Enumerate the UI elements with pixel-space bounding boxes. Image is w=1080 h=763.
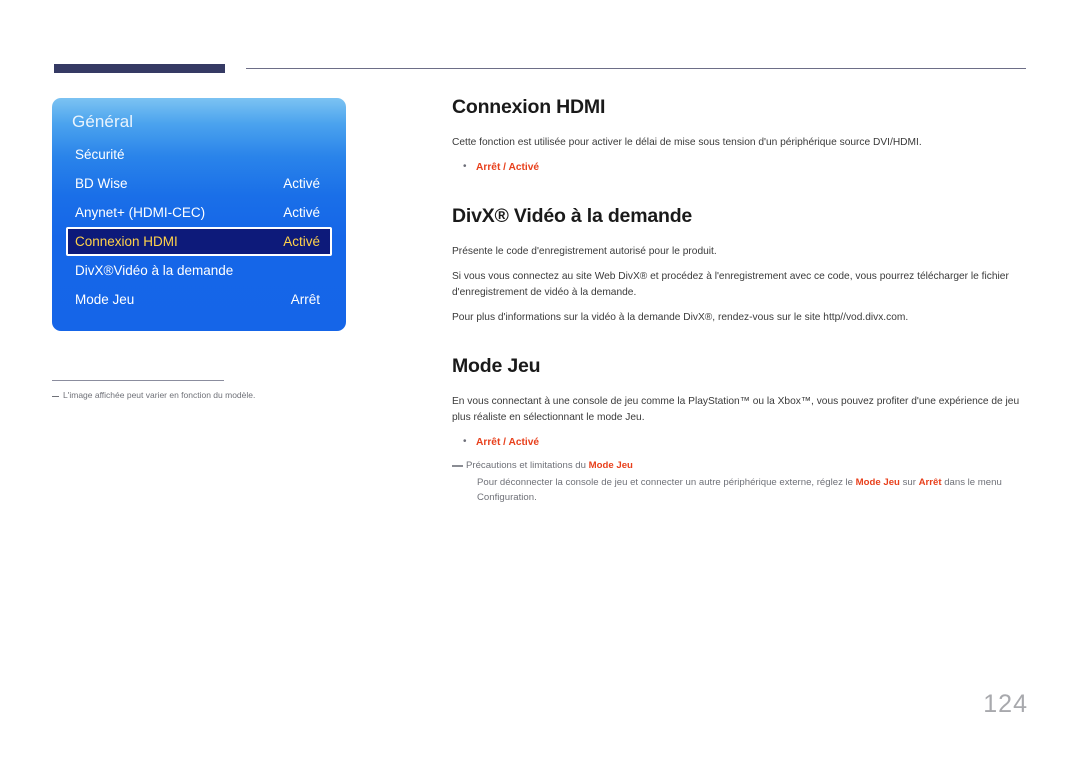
caution-note-heading-prefix: Précautions et limitations du: [466, 460, 589, 472]
section-paragraph-divx-2: Si vous vous connectez au site Web DivX®…: [452, 270, 1009, 298]
section-paragraph-divx-1: Présente le code d'enregistrement autori…: [452, 246, 717, 258]
osd-menu-panel: Général Sécurité BD Wise Activé Anynet+ …: [52, 98, 346, 331]
option-item: Arrêt / Activé: [452, 434, 1026, 450]
caution-note-body-keyword-mode-jeu: Mode Jeu: [855, 476, 900, 488]
header-rule-line: [246, 68, 1026, 69]
caution-note-body-part2: sur: [899, 476, 919, 488]
osd-menu-item-label: DivX®Vidéo à la demande: [75, 263, 234, 278]
osd-menu-item-label: Connexion HDMI: [75, 234, 178, 249]
osd-menu-item-divx-vod[interactable]: DivX®Vidéo à la demande: [66, 256, 332, 285]
caution-note-heading: Précautions et limitations du Mode Jeu: [466, 459, 1026, 473]
osd-menu-item-value: Arrêt: [290, 292, 320, 307]
main-content: Connexion HDMI Cette fonction est utilis…: [452, 96, 1026, 505]
osd-menu-item-label: BD Wise: [75, 176, 128, 191]
caution-note-body: Pour déconnecter la console de jeu et co…: [466, 476, 1026, 506]
page-number: 124: [983, 690, 1028, 718]
osd-menu-item-securite[interactable]: Sécurité: [66, 140, 332, 169]
osd-menu-item-mode-jeu[interactable]: Mode Jeu Arrêt: [66, 285, 332, 314]
section-heading-mode-jeu: Mode Jeu: [452, 355, 541, 378]
caution-note-body-keyword-arret: Arrêt: [918, 476, 942, 488]
osd-menu-item-label: Mode Jeu: [75, 292, 135, 307]
header-rule: [54, 64, 1026, 74]
section-paragraph-connexion-hdmi: Cette fonction est utilisée pour activer…: [452, 137, 922, 148]
section-heading-divx-vod: DivX® Vidéo à la demande: [452, 205, 693, 228]
osd-menu-title: Général: [72, 112, 134, 131]
caution-note-heading-keyword: Mode Jeu: [588, 460, 633, 472]
caution-note-mode-jeu: Précautions et limitations du Mode Jeu P…: [452, 459, 1026, 505]
illustration-column: Général Sécurité BD Wise Activé Anynet+ …: [52, 98, 346, 400]
osd-menu-item-connexion-hdmi[interactable]: Connexion HDMI Activé: [66, 227, 332, 256]
option-list-mode-jeu: Arrêt / Activé: [452, 434, 1026, 450]
osd-menu-item-value: Activé: [283, 176, 320, 191]
osd-menu-rows: Sécurité BD Wise Activé Anynet+ (HDMI-CE…: [52, 140, 346, 314]
section-paragraph-divx-3: Pour plus d'informations sur la vidéo à …: [452, 311, 909, 323]
dash-icon: [52, 396, 59, 397]
osd-menu-item-bd-wise[interactable]: BD Wise Activé: [66, 169, 332, 198]
option-item: Arrêt / Activé: [452, 159, 1026, 175]
osd-menu-item-anynet[interactable]: Anynet+ (HDMI-CEC) Activé: [66, 198, 332, 227]
dash-icon: [452, 465, 463, 468]
footnote-rule: [52, 380, 224, 381]
header-rule-tab: [54, 64, 225, 73]
section-heading-connexion-hdmi: Connexion HDMI: [452, 96, 606, 118]
illustration-footnote: L'image affichée peut varier en fonction…: [52, 390, 346, 400]
osd-menu-item-label: Anynet+ (HDMI-CEC): [75, 205, 206, 220]
section-paragraph-mode-jeu: En vous connectant à une console de jeu …: [452, 396, 1020, 424]
osd-menu-item-label: Sécurité: [75, 147, 125, 162]
option-list-connexion-hdmi: Arrêt / Activé: [452, 159, 1026, 175]
osd-menu-item-value: Activé: [283, 205, 320, 220]
illustration-footnote-text: L'image affichée peut varier en fonction…: [63, 390, 256, 400]
osd-menu-item-value: Activé: [283, 234, 320, 249]
caution-note-body-part1: Pour déconnecter la console de jeu et co…: [477, 476, 856, 488]
